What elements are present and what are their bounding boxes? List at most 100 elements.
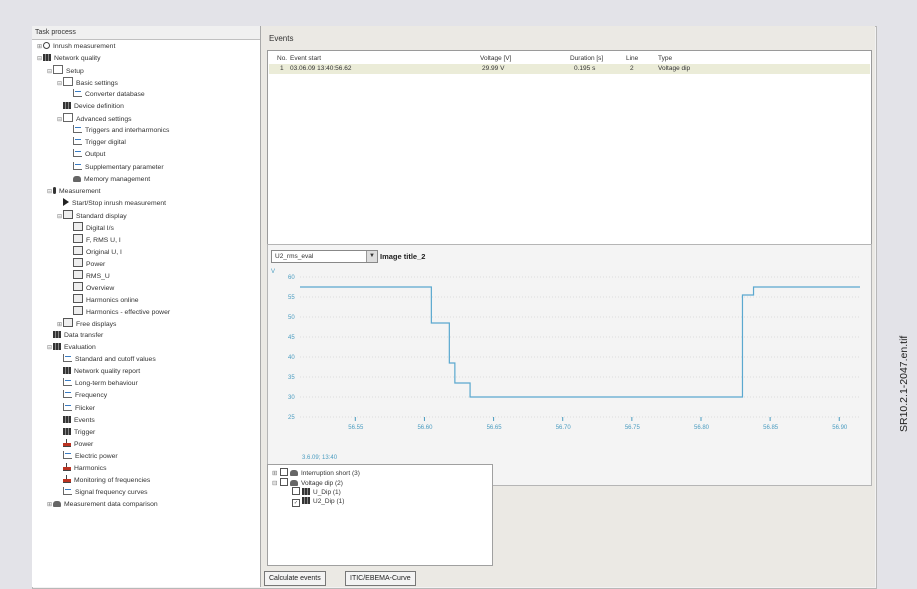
grid-icon xyxy=(43,54,51,62)
tree-item[interactable]: ⊟ Basic settings xyxy=(57,77,118,89)
transfer-icon xyxy=(53,331,61,339)
tree-item-label: Trigger digital xyxy=(85,139,126,147)
tree-item[interactable]: ⊟ Setup xyxy=(47,65,84,77)
tree-item[interactable]: Electric power xyxy=(57,450,118,463)
tree-item[interactable]: Converter database xyxy=(67,89,145,101)
y-tick-label: 35 xyxy=(288,375,295,381)
tree-item[interactable]: Flicker xyxy=(57,402,95,415)
event-tree-item[interactable]: U_Dip (1) xyxy=(284,487,341,496)
tree-item[interactable]: Output xyxy=(67,149,105,161)
tree-item[interactable]: ⊞ Free displays xyxy=(57,318,116,330)
calculate-events-button[interactable]: Calculate events xyxy=(264,571,326,586)
display-icon xyxy=(63,209,73,219)
x-axis-subtitle: 3.6.09; 13:40 xyxy=(302,455,338,461)
tree-item-label: Events xyxy=(74,416,95,424)
tree-item-label: Data transfer xyxy=(64,332,104,340)
tree-item[interactable]: Original U, I xyxy=(67,245,122,258)
y-tick-label: 60 xyxy=(288,275,295,281)
col-header-type[interactable]: Type xyxy=(658,55,672,62)
tree-item[interactable]: Overview xyxy=(67,282,114,294)
y-tick-label: 50 xyxy=(288,315,295,321)
tree-item-label: Supplementary parameter xyxy=(85,163,164,171)
tree-item[interactable]: Trigger digital xyxy=(67,137,126,149)
checkbox[interactable]: ✓ xyxy=(292,498,300,507)
cross-icon xyxy=(63,354,72,363)
wave-icon xyxy=(63,450,72,459)
tree-item[interactable]: ⊟ Advanced settings xyxy=(57,113,132,125)
tree-item[interactable]: Harmonics xyxy=(57,462,106,475)
tree-item[interactable]: Events xyxy=(57,415,95,427)
display-icon xyxy=(73,257,83,267)
event-tree-label: U2_Dip (1) xyxy=(313,497,345,505)
event-tree-label: Voltage dip (2) xyxy=(301,479,343,487)
tree-item[interactable]: Long-term behaviour xyxy=(57,378,138,390)
bars-icon xyxy=(63,438,71,447)
event-tree-item[interactable]: ✓ U2_Dip (1) xyxy=(284,496,345,507)
folder-icon xyxy=(290,470,298,476)
folder-icon xyxy=(290,479,298,486)
channel-select[interactable]: U2_rms_eval ▼ xyxy=(271,250,378,263)
event-tree-label: Interruption short (3) xyxy=(301,470,360,477)
itic-curve-button[interactable]: ITIC/EBEMA-Curve xyxy=(345,571,416,586)
x-axis: 56.55 56.60 56.65 56.70 56.75 56.80 56.85 56.90 xyxy=(348,417,848,431)
tree-item[interactable]: Network quality report xyxy=(57,366,140,378)
col-header-no[interactable]: No. xyxy=(277,55,287,62)
col-header-event-start[interactable]: Event start xyxy=(290,55,321,62)
tree-item[interactable]: Device definition xyxy=(57,101,124,113)
expand-toggle-icon[interactable]: ⊟ xyxy=(272,479,280,488)
tree-item[interactable]: ⊟ Network quality xyxy=(37,53,100,65)
tree-item[interactable]: Start/Stop inrush measurement xyxy=(57,197,166,210)
tree-item[interactable]: Monitoring of frequencies xyxy=(57,474,150,487)
cell-voltage: 29.99 V xyxy=(482,65,505,72)
tree-item-label: Inrush measurement xyxy=(53,43,116,50)
tree-item[interactable]: Data transfer xyxy=(47,330,103,342)
event-type-tree: ⊞ Interruption short (3) ⊟ Voltage dip (2) U… xyxy=(267,464,493,566)
tree-item-label: Output xyxy=(85,151,106,159)
tree-item[interactable]: ⊟ Standard display xyxy=(57,209,127,222)
expand-toggle-icon[interactable]: ⊞ xyxy=(37,41,43,53)
tree-item[interactable]: ⊞ Inrush measurement xyxy=(37,41,115,53)
tree-item[interactable]: Harmonics - effective power xyxy=(67,306,170,318)
table-row[interactable] xyxy=(269,64,870,74)
tree-item[interactable]: Harmonics online xyxy=(67,294,139,306)
bars-icon xyxy=(63,474,71,483)
tree-item[interactable]: Signal frequency curves xyxy=(57,486,148,499)
compare-icon xyxy=(53,500,61,507)
y-tick-label: 40 xyxy=(288,355,295,361)
tree-item[interactable]: Memory management xyxy=(67,174,150,186)
tree-item[interactable]: ⊟ Measurement xyxy=(47,186,101,198)
chevron-down-icon[interactable]: ▼ xyxy=(366,251,377,262)
tree-item[interactable]: Trigger xyxy=(57,427,95,439)
col-header-voltage[interactable]: Voltage [V] xyxy=(480,55,511,62)
tree-item[interactable]: RMS_U xyxy=(67,269,110,282)
checkbox[interactable] xyxy=(280,468,288,476)
col-header-duration[interactable]: Duration [s] xyxy=(570,55,603,62)
tree-item[interactable]: Power xyxy=(67,257,105,270)
tree-item-label: Standard display xyxy=(76,212,127,220)
x-tick-label: 56.55 xyxy=(348,425,364,431)
tree-item[interactable]: ⊟ Evaluation xyxy=(47,342,96,354)
tree-item-label: F, RMS U, I xyxy=(86,236,121,244)
tree-item[interactable]: F, RMS U, I xyxy=(67,233,121,246)
tree-item[interactable]: Digital I/s xyxy=(67,221,114,234)
tree-item-label: Long-term behaviour xyxy=(75,380,138,388)
parameter-icon xyxy=(73,161,82,170)
tree-item[interactable]: Supplementary parameter xyxy=(67,161,164,174)
x-tick-label: 56.60 xyxy=(417,425,433,431)
event-tree-item[interactable]: ⊟ Voltage dip (2) xyxy=(272,477,343,488)
tree-item[interactable]: ⊞ Measurement data comparison xyxy=(47,499,158,511)
tree-item-label: Electric power xyxy=(75,452,118,460)
channel-icon xyxy=(302,488,310,495)
tree-item[interactable]: Frequency xyxy=(57,390,107,402)
tree-item[interactable]: Triggers and interharmonics xyxy=(67,125,169,137)
tree-item-label: Network quality report xyxy=(74,368,141,376)
tree-item[interactable]: Standard and cutoff values xyxy=(57,354,156,366)
col-header-line[interactable]: Line xyxy=(626,55,638,62)
wave-icon xyxy=(73,137,82,146)
tree-item-label: Harmonics online xyxy=(86,297,139,305)
checkbox[interactable] xyxy=(280,477,288,486)
checkbox[interactable] xyxy=(292,487,300,495)
event-tree-item[interactable]: ⊞ Interruption short (3) xyxy=(272,468,360,477)
tree-item[interactable]: Power xyxy=(57,438,93,451)
events-panel: Events No. Event start Voltage [V] Durat… xyxy=(261,26,875,587)
